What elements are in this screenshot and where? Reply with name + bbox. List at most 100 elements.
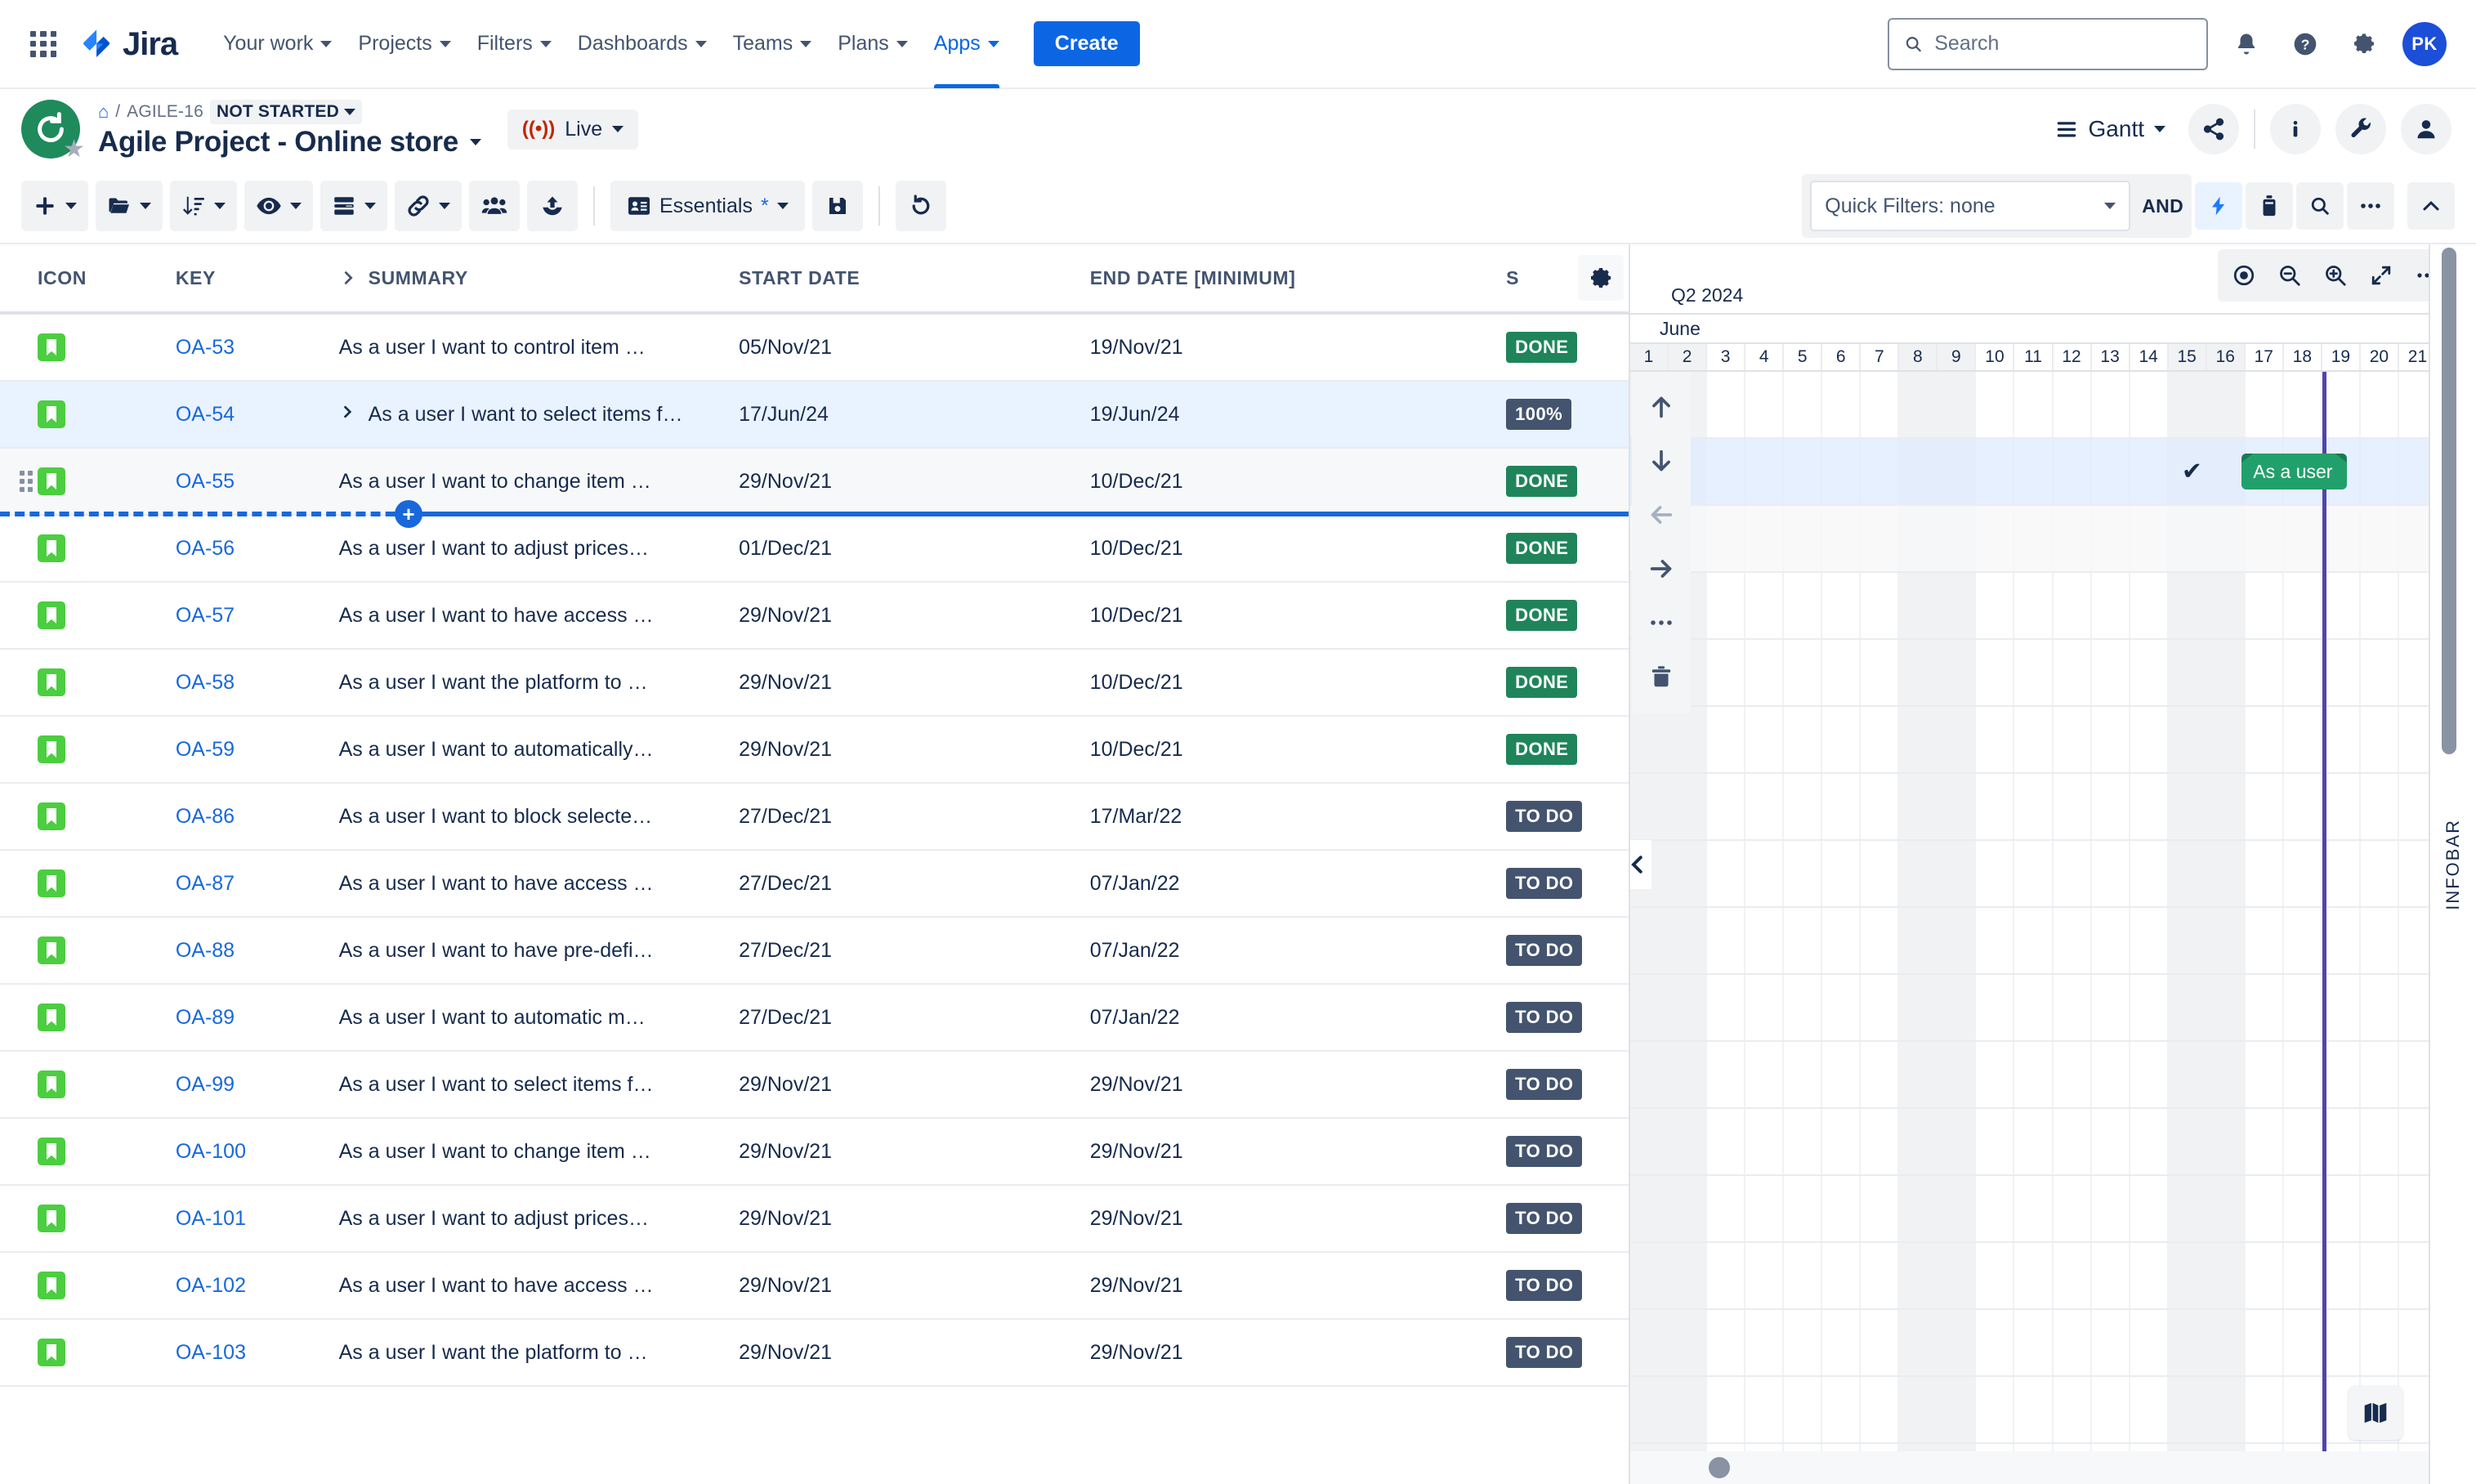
gantt-row[interactable]: ✔ As a user: [1630, 439, 2476, 506]
star-icon[interactable]: ★: [63, 137, 85, 162]
table-row[interactable]: OA-55 As a user I want to change item … …: [0, 449, 1629, 528]
essentials-selector[interactable]: Essentials *: [610, 181, 805, 231]
bell-icon[interactable]: [2226, 24, 2267, 65]
table-row[interactable]: OA-59 As a user I want to automatically……: [0, 717, 1629, 784]
table-row[interactable]: OA-103 As a user I want the platform to …: [0, 1320, 1629, 1387]
day-header[interactable]: 7: [1861, 344, 1900, 370]
table-row[interactable]: OA-87 As a user I want to have access … …: [0, 851, 1629, 918]
layout-button[interactable]: [320, 181, 387, 231]
row-summary[interactable]: As a user I want to have access …: [339, 872, 740, 896]
row-summary[interactable]: As a user I want to have access …: [339, 1274, 740, 1298]
row-summary[interactable]: As a user I want to automatically…: [339, 738, 740, 762]
row-key[interactable]: OA-101: [176, 1207, 339, 1231]
map-overview-button[interactable]: [2349, 1386, 2402, 1440]
day-header[interactable]: 14: [2130, 344, 2169, 370]
table-row[interactable]: OA-57 As a user I want to have access … …: [0, 583, 1629, 650]
day-header[interactable]: 5: [1784, 344, 1823, 370]
nav-item-filters[interactable]: Filters: [464, 0, 565, 88]
nav-item-apps[interactable]: Apps: [921, 0, 1012, 88]
gantt-row[interactable]: [1630, 1042, 2476, 1109]
column-header-key[interactable]: KEY: [176, 267, 339, 289]
chevron-right-icon[interactable]: [339, 404, 355, 425]
undo-button[interactable]: [895, 181, 946, 231]
open-folder-button[interactable]: [96, 181, 163, 231]
quick-filters-select[interactable]: Quick Filters: none: [1810, 181, 2131, 231]
share-button[interactable]: [2188, 104, 2239, 154]
link-button[interactable]: [395, 181, 462, 231]
move-down-button[interactable]: [1635, 434, 1687, 488]
view-options-button[interactable]: [244, 181, 313, 231]
row-summary[interactable]: As a user I want to automatic m…: [339, 1006, 740, 1030]
row-summary[interactable]: As a user I want to select items f…: [369, 403, 683, 427]
day-header[interactable]: 17: [2245, 344, 2284, 370]
column-header-summary[interactable]: SUMMARY: [339, 267, 740, 289]
row-key[interactable]: OA-55: [176, 470, 339, 494]
day-header[interactable]: 2: [1669, 344, 1708, 370]
create-button[interactable]: Create: [1033, 21, 1140, 66]
gantt-row[interactable]: [1630, 1310, 2476, 1377]
search-icon[interactable]: [2296, 182, 2344, 230]
nav-item-projects[interactable]: Projects: [345, 0, 463, 88]
gear-icon[interactable]: [2344, 24, 2384, 65]
row-summary[interactable]: As a user I want to have pre-defi…: [339, 939, 740, 963]
gantt-row[interactable]: [1630, 573, 2476, 640]
scrollbar-thumb[interactable]: [2442, 248, 2456, 754]
jira-logo[interactable]: Jira: [80, 27, 178, 61]
row-key[interactable]: OA-58: [176, 671, 339, 695]
add-row-plus-icon[interactable]: +: [395, 500, 422, 528]
row-summary[interactable]: As a user I want the platform to …: [339, 671, 740, 695]
row-summary[interactable]: As a user I want to adjust prices…: [339, 1207, 740, 1231]
row-summary[interactable]: As a user I want to block selecte…: [339, 805, 740, 829]
row-key[interactable]: OA-59: [176, 738, 339, 762]
lightning-icon[interactable]: [2195, 182, 2242, 230]
avatar[interactable]: PK: [2402, 21, 2447, 66]
table-row[interactable]: OA-99 As a user I want to select items f…: [0, 1052, 1629, 1119]
day-header[interactable]: 3: [1707, 344, 1746, 370]
day-header[interactable]: 10: [1976, 344, 2015, 370]
chevron-right-icon[interactable]: [339, 269, 357, 287]
day-header[interactable]: 12: [2053, 344, 2092, 370]
status-badge[interactable]: NOT STARTED: [209, 100, 362, 124]
table-row[interactable]: OA-56 As a user I want to adjust prices……: [0, 516, 1629, 583]
global-search[interactable]: [1888, 17, 2208, 70]
settings-wrench-button[interactable]: [2335, 104, 2386, 154]
gantt-row[interactable]: [1630, 774, 2476, 841]
scrollbar-thumb[interactable]: [1709, 1457, 1730, 1478]
info-button[interactable]: [2270, 104, 2321, 154]
breadcrumb-project-key[interactable]: AGILE-16: [127, 102, 203, 122]
row-summary[interactable]: As a user I want to change item …: [339, 1140, 740, 1164]
row-key[interactable]: OA-87: [176, 872, 339, 896]
table-row[interactable]: OA-53 As a user I want to control item ……: [0, 315, 1629, 382]
row-key[interactable]: OA-57: [176, 604, 339, 628]
resources-button[interactable]: [469, 181, 520, 231]
table-row[interactable]: OA-54 As a user I want to select items f…: [0, 382, 1629, 449]
column-header-icon[interactable]: ICON: [0, 267, 176, 289]
row-key[interactable]: OA-103: [176, 1341, 339, 1365]
person-button[interactable]: [2401, 104, 2451, 154]
indent-button[interactable]: [1635, 542, 1687, 596]
add-button[interactable]: [21, 181, 88, 231]
day-header[interactable]: 4: [1745, 344, 1785, 370]
row-key[interactable]: OA-56: [176, 537, 339, 561]
battery-icon[interactable]: [2246, 182, 2293, 230]
day-header[interactable]: 19: [2322, 344, 2361, 370]
zoom-out-button[interactable]: [2267, 253, 2313, 298]
question-circle-icon[interactable]: ?: [2285, 24, 2326, 65]
column-header-end-date[interactable]: END DATE [MINIMUM]: [1090, 267, 1506, 289]
outdent-button[interactable]: [1635, 488, 1687, 542]
chevron-left-icon[interactable]: [1630, 839, 1651, 889]
gantt-row[interactable]: [1630, 506, 2476, 573]
day-header[interactable]: 16: [2206, 344, 2246, 370]
gantt-row[interactable]: [1630, 908, 2476, 975]
gantt-row[interactable]: [1630, 1243, 2476, 1310]
day-header[interactable]: 18: [2283, 344, 2322, 370]
table-row[interactable]: OA-89 As a user I want to automatic m… 2…: [0, 985, 1629, 1052]
save-button[interactable]: [811, 181, 863, 231]
row-key[interactable]: OA-89: [176, 1006, 339, 1030]
day-header[interactable]: 15: [2168, 344, 2207, 370]
chevron-down-icon[interactable]: [469, 139, 481, 145]
delete-row-button[interactable]: [1635, 650, 1687, 704]
column-header-start-date[interactable]: START DATE: [739, 267, 1090, 289]
go-to-today-button[interactable]: [2221, 253, 2267, 298]
row-key[interactable]: OA-99: [176, 1073, 339, 1097]
